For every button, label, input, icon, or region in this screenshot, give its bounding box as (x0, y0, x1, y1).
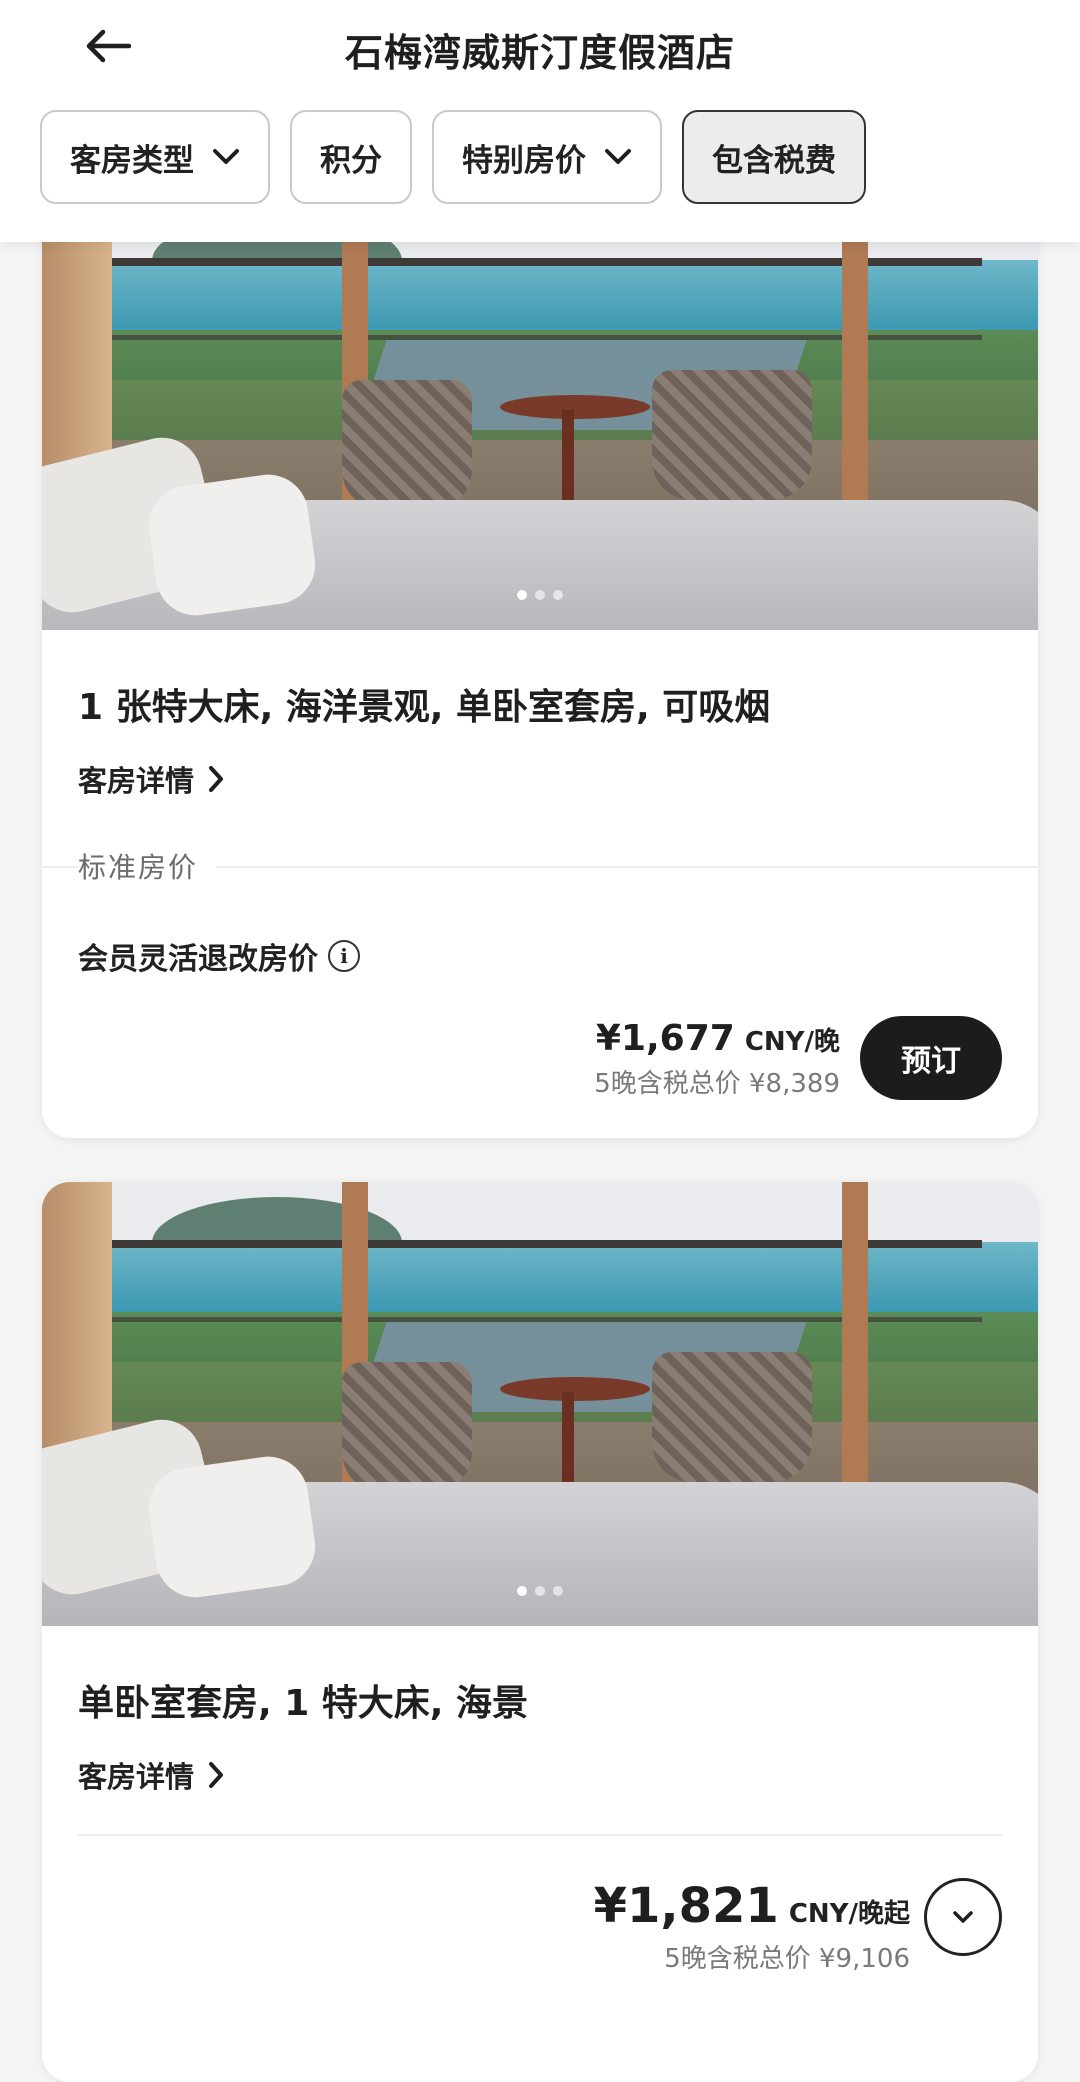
balcony-chair (652, 370, 812, 500)
balcony-chair (342, 380, 472, 510)
filter-label: 包含税费 (712, 142, 836, 179)
section-label: 标准房价 (78, 846, 217, 886)
nightly-price: ¥1,677 (595, 1018, 735, 1059)
chevron-down-icon (213, 149, 239, 164)
price-block: ¥1,677 CNY/晚 5晚含税总价 ¥8,389 (594, 1018, 840, 1100)
filter-points[interactable]: 积分 (290, 110, 412, 204)
room-photo-carousel[interactable] (42, 200, 1038, 630)
room-card: 1 张特大床, 海洋景观, 单卧室套房, 可吸烟 客房详情 标准房价 会员灵活退… (42, 200, 1038, 1138)
filter-label: 积分 (320, 142, 382, 179)
carousel-dot (535, 590, 545, 600)
price-unit: CNY/晚 (744, 1027, 840, 1057)
balcony-table (500, 395, 650, 419)
rate-name-text: 会员灵活退改房价 (78, 942, 318, 977)
chevron-right-icon (209, 1762, 224, 1788)
filter-special-rates[interactable]: 特别房价 (432, 110, 662, 204)
carousel-indicator (42, 590, 1038, 600)
balcony-table (500, 1377, 650, 1401)
carousel-dot (553, 1586, 563, 1596)
section-divider (78, 1834, 1002, 1836)
carousel-dot-active (517, 1586, 527, 1596)
price-unit: CNY/晚起 (788, 1899, 910, 1929)
filter-bar: 客房类型 积分 特别房价 包含税费 (40, 110, 866, 204)
carousel-dot (553, 590, 563, 600)
room-details-label: 客房详情 (78, 1760, 195, 1794)
room-details-label: 客房详情 (78, 764, 195, 798)
room-card: 单卧室套房, 1 特大床, 海景 客房详情 ¥1,821 CNY/晚起 5晚含税… (42, 1182, 1038, 2082)
chevron-down-icon (953, 1911, 973, 1923)
nightly-price: ¥1,821 (593, 1878, 779, 1934)
room-title: 单卧室套房, 1 特大床, 海景 (78, 1683, 529, 1724)
balcony-chair (342, 1362, 472, 1492)
chevron-down-icon (605, 149, 631, 164)
room-details-link[interactable]: 客房详情 (78, 758, 224, 800)
room-photo-carousel[interactable] (42, 1182, 1038, 1626)
book-button[interactable]: 预订 (860, 1016, 1002, 1100)
balcony-chair (652, 1352, 812, 1482)
info-icon[interactable]: i (328, 940, 360, 972)
carousel-dot (535, 1586, 545, 1596)
filter-include-taxes[interactable]: 包含税费 (682, 110, 866, 204)
rate-name: 会员灵活退改房价 i (78, 934, 360, 978)
carousel-indicator (42, 1586, 1038, 1596)
room-details-link[interactable]: 客房详情 (78, 1754, 224, 1796)
carousel-dot-active (517, 590, 527, 600)
price-block: ¥1,821 CNY/晚起 5晚含税总价 ¥9,106 (594, 1878, 910, 1975)
total-price: 5晚含税总价 ¥8,389 (594, 1069, 840, 1099)
filter-room-type[interactable]: 客房类型 (40, 110, 270, 204)
filter-label: 客房类型 (70, 142, 194, 179)
top-bar: 石梅湾威斯汀度假酒店 客房类型 积分 特别房价 包含税费 (0, 0, 1080, 242)
room-title: 1 张特大床, 海洋景观, 单卧室套房, 可吸烟 (78, 687, 771, 728)
page-title: 石梅湾威斯汀度假酒店 (344, 31, 735, 75)
expand-rates-button[interactable] (924, 1878, 1002, 1956)
total-price: 5晚含税总价 ¥9,106 (664, 1944, 910, 1974)
chevron-right-icon (209, 766, 224, 792)
filter-label: 特别房价 (462, 142, 586, 179)
